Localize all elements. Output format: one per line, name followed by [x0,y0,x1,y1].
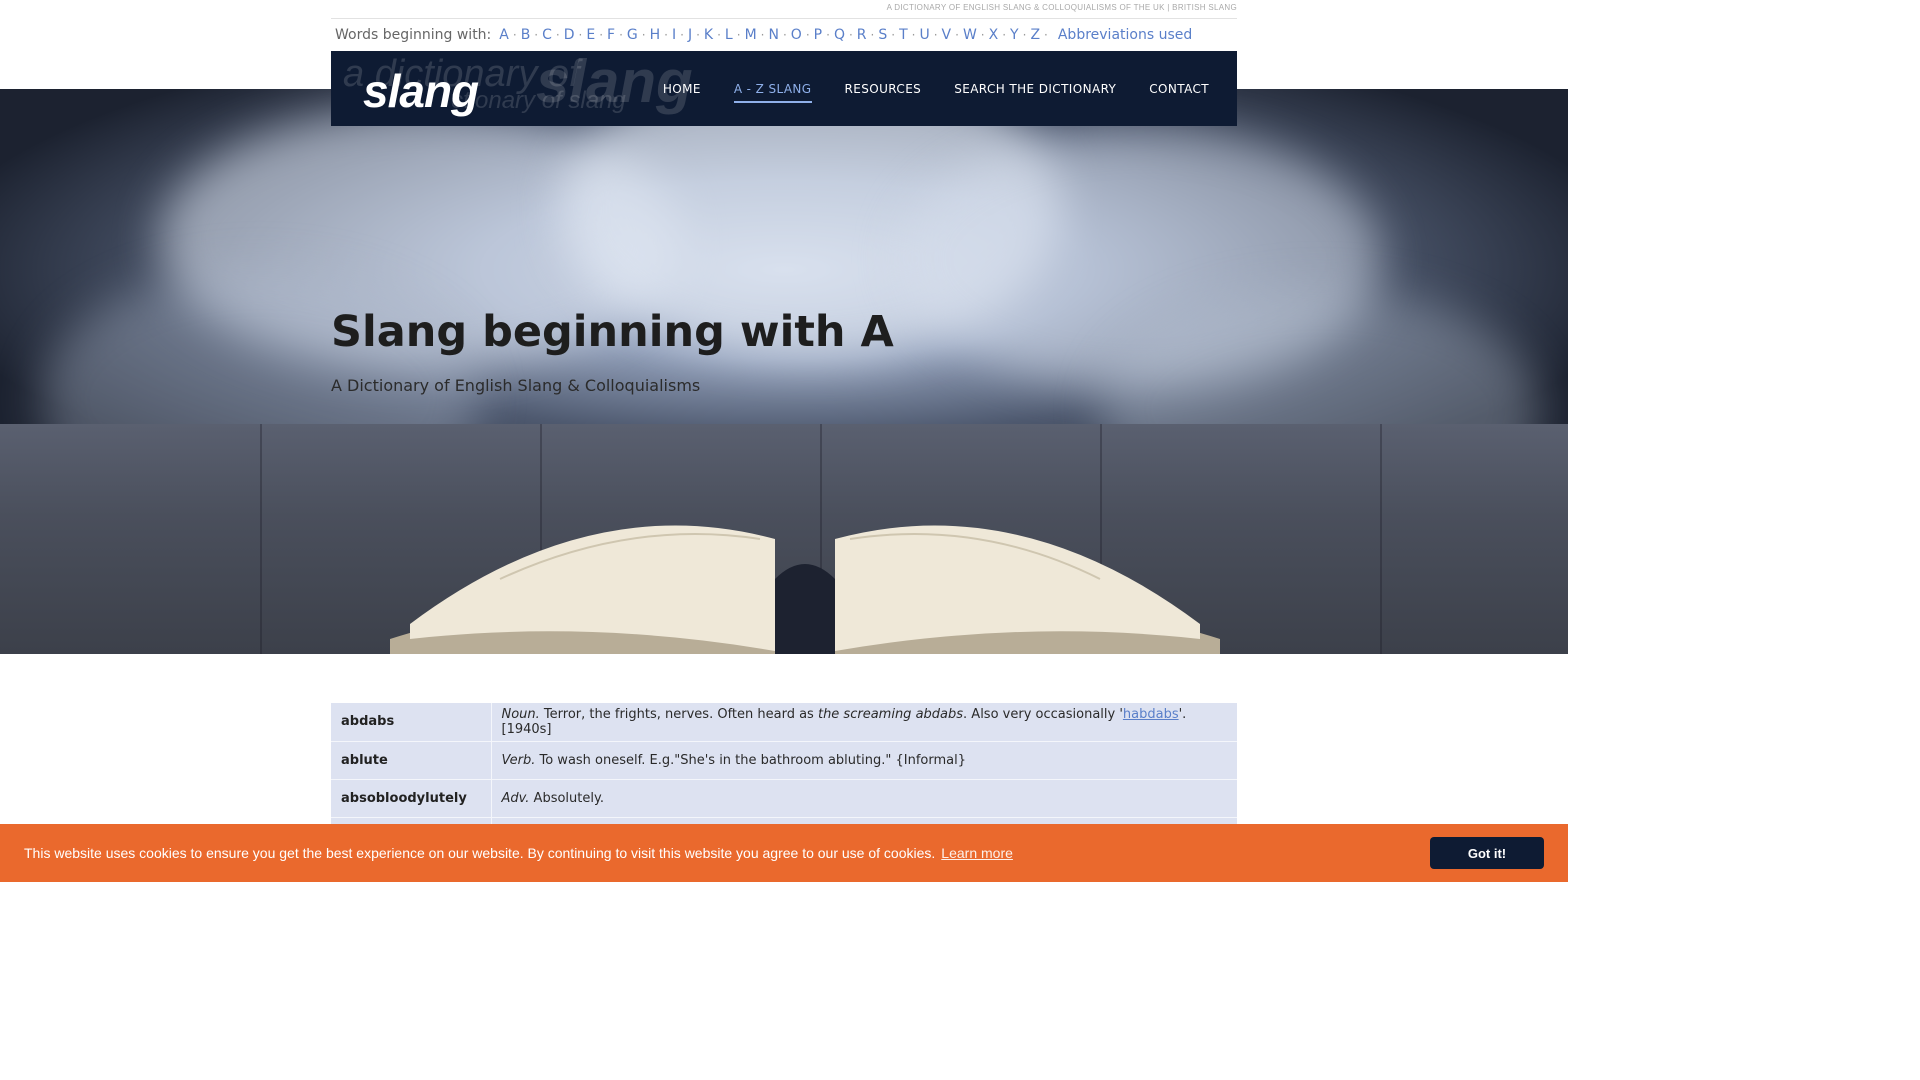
letter-link-a[interactable]: A [499,27,509,43]
entry-definition: Noun. Terror, the frights, nerves. Often… [501,706,1187,737]
letter-links: A · B · C · D · E · F · G · H · I · J · K · L · M · N · O · P · Q · R · S · T ·… [499,27,1052,43]
letter-link-o[interactable]: O [791,27,802,43]
letter-link-m[interactable]: M [745,27,757,43]
letter-link-v[interactable]: V [942,27,952,43]
letter-link-g[interactable]: G [627,27,638,43]
letter-separator: · [955,28,959,42]
part-of-speech: Noun. [501,706,540,722]
letter-separator: · [782,28,787,42]
letter-separator: · [980,28,985,42]
part-of-speech: Verb. [501,752,536,768]
nav-contact[interactable]: CONTACT [1149,82,1209,96]
page-subtitle: A Dictionary of English Slang & Colloqui… [331,376,701,395]
table-row: absobloodylutely Adv. Absolutely. [331,779,1237,817]
letter-separator: · [599,28,604,42]
active-indicator [733,100,812,103]
letter-separator: · [696,28,700,42]
alphabet-bar: Words beginning with: A · B · C · D · E · F · G · H · I ·… [335,25,1192,45]
letter-separator: · [555,28,560,42]
entry-definition: Verb. To wash oneself. E.g."She's in the… [501,752,966,768]
letter-link-z[interactable]: Z [1030,27,1040,43]
letter-link-i[interactable]: I [672,27,676,43]
alphabet-label: Words beginning with: [335,27,492,43]
site-tagline: A DICTIONARY OF ENGLISH SLANG & COLLOQUI… [886,3,1237,12]
letter-separator: · [848,28,853,42]
entry-word: absobloodylutely [331,779,492,817]
nav-search-dictionary[interactable]: SEARCH THE DICTIONARY [954,82,1116,96]
letter-link-j[interactable]: J [688,27,692,43]
letter-separator: · [534,28,539,42]
nav-home[interactable]: HOME [663,82,701,96]
letter-link-y[interactable]: Y [1010,27,1019,43]
letter-link-u[interactable]: U [919,27,929,43]
open-book-image [390,525,1220,654]
entry-word: abdabs [331,703,492,741]
hero-banner [0,89,1568,654]
letter-link-h[interactable]: H [650,27,661,43]
part-of-speech: Adv. [501,790,530,806]
letter-link-c[interactable]: C [542,27,552,43]
letter-link-w[interactable]: W [963,27,977,43]
nav-a-z-slang-label: A - Z SLANG [733,81,812,96]
learn-more-link[interactable]: Learn more [941,845,1013,861]
letter-link-b[interactable]: B [521,27,531,43]
letter-link-s[interactable]: S [878,27,887,43]
letter-link-p[interactable]: P [814,27,822,43]
letter-separator: · [717,28,721,42]
letter-link-d[interactable]: D [564,27,575,43]
nav-a-z-slang[interactable]: A - Z SLANG [733,81,812,103]
letter-separator: · [641,28,646,42]
letter-separator: · [512,28,517,42]
letter-separator: · [933,28,938,42]
letter-separator: · [891,28,896,42]
letter-separator: · [736,28,741,42]
letter-separator: · [760,28,765,42]
table-row: ablute Verb. To wash oneself. E.g."She's… [331,741,1237,779]
letter-link-x[interactable]: X [989,27,999,43]
letter-separator: · [870,28,875,42]
site-logo[interactable]: slang [363,64,479,118]
entry-definition: Adv. Absolutely. [501,790,604,806]
letter-link-n[interactable]: N [768,27,778,43]
abbreviations-link[interactable]: Abbreviations used [1058,27,1192,43]
letter-link-e[interactable]: E [586,27,595,43]
cross-reference-link[interactable]: habdabs [1123,707,1179,722]
cookie-message: This website uses cookies to ensure you … [24,845,936,861]
letter-separator: · [1002,28,1007,42]
header-divider [331,18,1237,19]
letter-separator: · [805,28,810,42]
letter-separator: · [680,28,684,42]
letter-separator: · [1044,28,1048,42]
main-navigation: a dictionary of slang ctionary of slang … [331,51,1237,126]
table-row: abdabs Noun. Terror, the frights, nerves… [331,703,1237,741]
entry-word: ablute [331,741,492,779]
letter-separator: · [911,28,916,42]
letter-link-f[interactable]: F [607,27,615,43]
letter-separator: · [578,28,583,42]
letter-separator: · [664,28,668,42]
letter-separator: · [1022,28,1027,42]
letter-link-r[interactable]: R [857,27,867,43]
nav-resources[interactable]: RESOURCES [845,82,922,96]
cookie-banner: This website uses cookies to ensure you … [0,824,1568,882]
letter-link-k[interactable]: K [704,27,713,43]
letter-separator: · [826,28,830,42]
letter-link-t[interactable]: T [899,27,908,43]
letter-separator: · [619,28,623,42]
page-title: Slang beginning with A [331,307,894,357]
letter-link-l[interactable]: L [725,27,733,43]
letter-link-q[interactable]: Q [834,27,845,43]
accept-cookies-button[interactable]: Got it! [1430,837,1544,869]
